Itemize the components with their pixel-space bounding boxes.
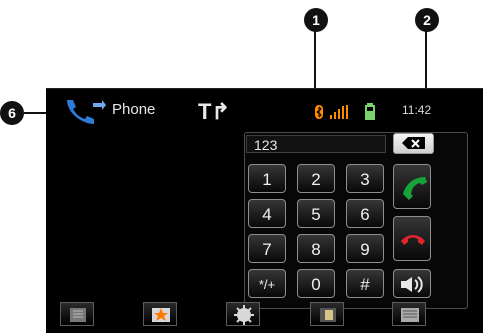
bluetooth-icon — [315, 105, 323, 119]
messages-button[interactable] — [392, 302, 426, 326]
backspace-button[interactable] — [393, 133, 434, 154]
clock-time: 11:42 — [402, 103, 432, 117]
key-9[interactable]: 9 — [346, 234, 384, 263]
callout-marker-6: 6 — [0, 101, 24, 125]
key-1[interactable]: 1 — [248, 164, 286, 193]
key-star-plus[interactable]: */+ — [248, 269, 286, 298]
battery-icon — [365, 103, 375, 120]
contacts-list-button[interactable] — [60, 302, 94, 326]
phone-icon — [67, 100, 106, 124]
settings-button[interactable] — [226, 302, 260, 326]
key-0[interactable]: 0 — [297, 269, 335, 298]
signal-icon — [330, 105, 348, 119]
key-2[interactable]: 2 — [297, 164, 335, 193]
key-hash[interactable]: # — [346, 269, 384, 298]
callout-marker-2: 2 — [415, 8, 439, 32]
callout-marker-1: 1 — [304, 8, 328, 32]
key-8[interactable]: 8 — [297, 234, 335, 263]
contacts-list-icon — [70, 308, 86, 322]
speaker-icon — [401, 276, 423, 293]
navigation-icon: T↱ — [198, 99, 230, 124]
key-4[interactable]: 4 — [248, 199, 286, 228]
key-7[interactable]: 7 — [248, 234, 286, 263]
backspace-icon — [402, 137, 425, 149]
settings-gear-icon — [234, 305, 254, 325]
red-end-call-icon — [401, 235, 425, 245]
call-history-button[interactable] — [310, 302, 344, 326]
speaker-button[interactable] — [393, 269, 431, 298]
status-title: Phone — [112, 101, 156, 118]
phone-screen: Phone T↱ 11:42 123 1 2 3 4 5 6 7 8 9 */+… — [46, 88, 483, 333]
status-bar: Phone T↱ 11:42 — [46, 89, 483, 131]
key-3[interactable]: 3 — [346, 164, 384, 193]
messages-icon — [401, 308, 419, 322]
phone-app-icon[interactable] — [64, 97, 106, 125]
favorites-star-icon — [152, 308, 170, 322]
favorites-button[interactable] — [143, 302, 177, 326]
green-call-icon — [403, 177, 427, 200]
number-display[interactable]: 123 — [246, 135, 386, 153]
end-call-button[interactable] — [393, 216, 431, 261]
key-6[interactable]: 6 — [346, 199, 384, 228]
call-button[interactable] — [393, 164, 431, 209]
call-history-icon — [320, 308, 336, 322]
key-5[interactable]: 5 — [297, 199, 335, 228]
